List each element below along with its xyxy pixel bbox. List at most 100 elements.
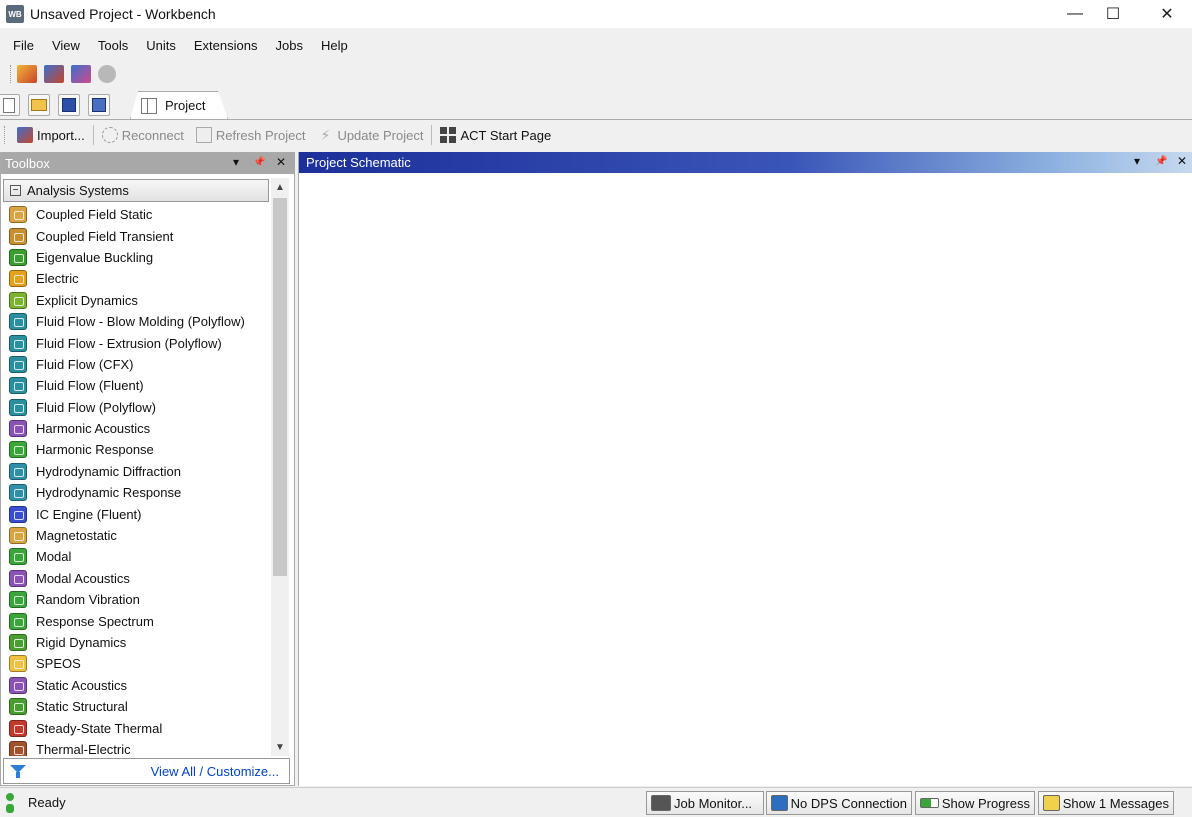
harmonic-icon <box>9 441 27 459</box>
toolbox-item[interactable]: Modal Acoustics <box>1 568 271 589</box>
menu-help[interactable]: Help <box>312 38 357 53</box>
rigid-dynamics-icon <box>9 634 27 651</box>
coupled-field-icon <box>9 227 27 245</box>
analysis-systems-section[interactable]: − Analysis Systems <box>3 179 269 202</box>
toolbox-item[interactable]: Harmonic Response <box>1 439 271 460</box>
collapse-icon[interactable]: − <box>10 185 21 196</box>
menu-view[interactable]: View <box>43 38 89 53</box>
pin-icon[interactable]: 📌 <box>253 157 265 168</box>
view-all-customize-link[interactable]: View All / Customize... <box>151 764 279 779</box>
toolbox-item[interactable]: Fluid Flow - Blow Molding (Polyflow) <box>1 311 271 332</box>
toolbox-item[interactable]: Hydrodynamic Diffraction <box>1 461 271 482</box>
toolbox-item-label: Fluid Flow (Fluent) <box>36 378 144 394</box>
toolbox-item[interactable]: Modal <box>1 546 271 567</box>
job-monitor-label: Job Monitor... <box>674 795 753 811</box>
show-progress-label: Show Progress <box>941 795 1030 811</box>
toolbox-item[interactable]: Steady-State Thermal <box>1 717 271 738</box>
reconnect-button[interactable]: Reconnect <box>96 123 190 147</box>
menu-extensions[interactable]: Extensions <box>185 38 267 53</box>
show-messages-label: Show 1 Messages <box>1062 795 1169 811</box>
dps-label: No DPS Connection <box>790 795 907 811</box>
toolbox-item[interactable]: Electric <box>1 268 271 289</box>
modal-icon <box>9 548 27 566</box>
save-project-icon[interactable] <box>44 65 64 83</box>
maximize-button[interactable]: ☐ <box>1090 0 1136 28</box>
dps-connection-button[interactable]: No DPS Connection <box>766 791 912 815</box>
refresh-project-button[interactable]: Refresh Project <box>190 123 312 147</box>
close-button[interactable]: ✕ <box>1144 0 1190 28</box>
save-icon[interactable] <box>58 94 80 116</box>
reconnect-icon <box>101 127 118 143</box>
filter-icon[interactable] <box>10 764 26 778</box>
tab-project[interactable]: Project <box>130 91 228 119</box>
toolbox-item-label: Explicit Dynamics <box>36 292 138 308</box>
toolbox-item-label: Steady-State Thermal <box>36 720 163 736</box>
toolbox-item[interactable]: Coupled Field Static <box>1 204 271 225</box>
toolbox-scrollbar[interactable]: ▲ ▼ <box>271 178 289 756</box>
scroll-down-icon[interactable]: ▼ <box>271 738 289 756</box>
scroll-thumb[interactable] <box>273 198 287 576</box>
toolbox-item[interactable]: Hydrodynamic Response <box>1 482 271 503</box>
open-project-icon[interactable] <box>17 65 37 83</box>
computer-icon <box>771 795 788 811</box>
tab-toolbar: Project <box>0 91 1192 119</box>
show-progress-button[interactable]: Show Progress <box>915 791 1035 815</box>
toolbox-item-label: Hydrodynamic Response <box>36 485 182 501</box>
toolbox-item[interactable]: Coupled Field Transient <box>1 225 271 246</box>
lightning-icon: ⚡ <box>320 127 331 143</box>
close-icon[interactable]: ✕ <box>1177 154 1187 168</box>
toolbox-item[interactable]: Static Acoustics <box>1 675 271 696</box>
toolbox-item[interactable]: Random Vibration <box>1 589 271 610</box>
schematic-header: Project Schematic ▾ 📌 ✕ <box>299 152 1192 173</box>
toolbox-item-label: Coupled Field Transient <box>36 228 174 244</box>
status-ok-icon <box>6 792 14 813</box>
menu-jobs[interactable]: Jobs <box>266 38 311 53</box>
menu-file[interactable]: File <box>4 38 43 53</box>
toolbox-item[interactable]: Fluid Flow - Extrusion (Polyflow) <box>1 332 271 353</box>
toolbox-item-label: Electric <box>36 271 79 287</box>
grid-icon <box>440 127 457 143</box>
toolbar-grip[interactable] <box>10 65 13 83</box>
toolbox-item[interactable]: Magnetostatic <box>1 525 271 546</box>
schematic-title: Project Schematic <box>306 155 411 170</box>
scroll-up-icon[interactable]: ▲ <box>271 178 289 196</box>
toolbox-item[interactable]: SPEOS <box>1 653 271 674</box>
toolbox-item[interactable]: IC Engine (Fluent) <box>1 503 271 524</box>
job-monitor-button[interactable]: Job Monitor... <box>646 791 764 815</box>
pin-icon[interactable]: 📌 <box>1155 156 1167 167</box>
save-as-icon[interactable] <box>88 94 110 116</box>
toolbox-item[interactable]: Harmonic Acoustics <box>1 418 271 439</box>
project-schematic-pane[interactable]: Project Schematic ▾ 📌 ✕ <box>298 152 1192 786</box>
toolbox-item-label: Hydrodynamic Diffraction <box>36 463 181 479</box>
disabled-sphere-icon <box>98 65 116 83</box>
open-icon[interactable] <box>28 94 50 116</box>
show-messages-button[interactable]: Show 1 Messages <box>1038 791 1174 815</box>
toolbox-item[interactable]: Explicit Dynamics <box>1 290 271 311</box>
toolbox-item[interactable]: Static Structural <box>1 696 271 717</box>
toolbox-item[interactable]: Eigenvalue Buckling <box>1 247 271 268</box>
explicit-icon <box>9 291 27 309</box>
toolbar-grip[interactable] <box>4 126 7 144</box>
import-button[interactable]: Import... <box>11 123 91 147</box>
toolbox-item[interactable]: Response Spectrum <box>1 610 271 631</box>
toolbox-item-label: Fluid Flow (CFX) <box>36 356 134 372</box>
fluid-flow-icon <box>9 398 27 416</box>
act-start-page-button[interactable]: ACT Start Page <box>434 123 557 147</box>
close-icon[interactable]: ✕ <box>276 155 286 169</box>
act-start-label: ACT Start Page <box>460 127 552 143</box>
import-icon <box>17 127 33 143</box>
new-icon[interactable] <box>0 94 20 116</box>
dropdown-icon[interactable]: ▾ <box>233 155 239 169</box>
static-structural-icon <box>9 698 27 716</box>
refresh-icon <box>195 127 212 143</box>
update-project-button[interactable]: ⚡ Update Project <box>311 123 429 147</box>
toolbox-item[interactable]: Thermal-Electric <box>1 739 271 756</box>
menu-units[interactable]: Units <box>137 38 185 53</box>
toolbox-item[interactable]: Rigid Dynamics <box>1 632 271 653</box>
toolbox-item[interactable]: Fluid Flow (CFX) <box>1 354 271 375</box>
save-as-icon[interactable] <box>71 65 91 83</box>
toolbox-item[interactable]: Fluid Flow (Fluent) <box>1 375 271 396</box>
dropdown-icon[interactable]: ▾ <box>1134 154 1140 168</box>
toolbox-item[interactable]: Fluid Flow (Polyflow) <box>1 397 271 418</box>
menu-tools[interactable]: Tools <box>89 38 137 53</box>
